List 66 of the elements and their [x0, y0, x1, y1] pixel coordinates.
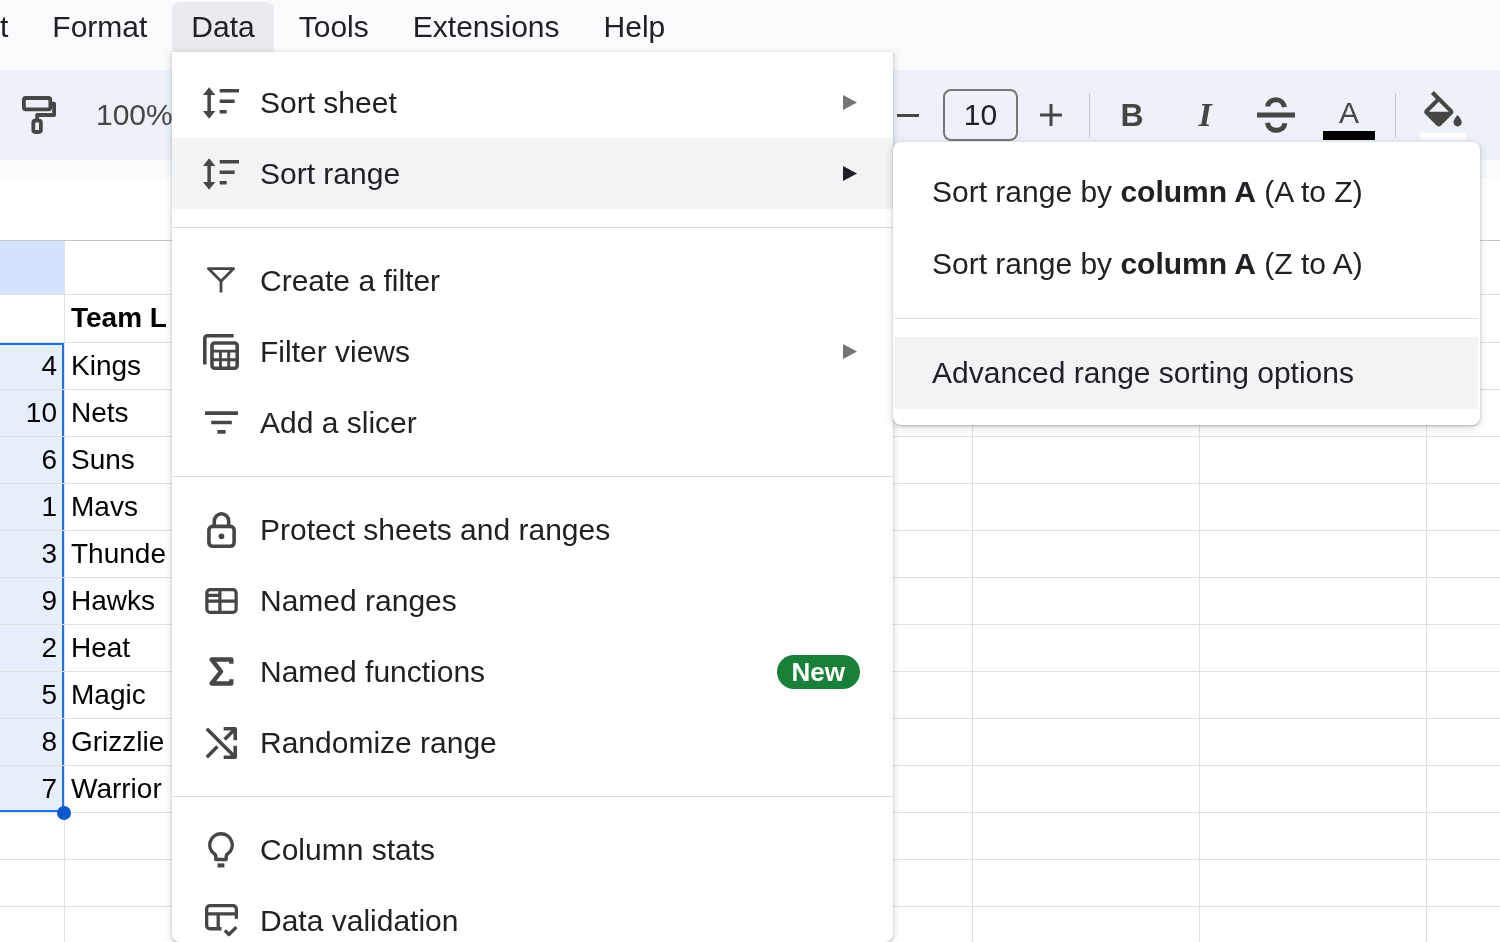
font-size-field[interactable]: 10	[943, 89, 1018, 141]
minus-icon[interactable]	[897, 113, 919, 117]
number-text: 5	[41, 678, 57, 712]
menu-item[interactable]: Sort range	[172, 138, 893, 209]
menu-bar-item[interactable]: Help	[584, 2, 685, 52]
plus-icon[interactable]	[1040, 104, 1062, 126]
menu-item[interactable]: Sort range by column A (Z to A)	[895, 228, 1478, 300]
team-name-text: Magic	[71, 678, 146, 712]
team-name-text: Mavs	[71, 490, 138, 524]
team-name-text: Thunde	[71, 537, 166, 571]
lock-icon	[206, 511, 236, 548]
menu-item[interactable]: Data validation	[172, 885, 893, 942]
strikethrough-icon[interactable]	[1257, 96, 1295, 134]
text-color-button[interactable]: A	[1323, 98, 1375, 140]
column-header	[0, 241, 64, 294]
drag-handle-icon[interactable]	[57, 806, 71, 820]
menu-bar-item[interactable]: Data	[172, 2, 274, 52]
paint-bucket-icon[interactable]	[1420, 91, 1466, 139]
lightbulb-icon	[208, 831, 234, 868]
paint-roller-icon[interactable]	[22, 96, 56, 134]
stacked-table-icon	[203, 333, 239, 370]
menu-bar-item[interactable]: Tools	[279, 2, 388, 52]
number-text: 4	[41, 349, 57, 383]
sigma-icon	[208, 657, 234, 686]
status-badge: New	[776, 654, 860, 689]
filter-lines-icon	[204, 411, 238, 434]
team-name-text: Suns	[71, 443, 135, 477]
menu-item[interactable]: Protect sheets and ranges	[172, 494, 893, 565]
menu-item[interactable]: Create a filter	[172, 245, 893, 316]
menu-item[interactable]: Filter views	[172, 316, 893, 387]
number-text: 10	[25, 396, 57, 430]
menu-item[interactable]: Randomize range	[172, 707, 893, 778]
number-text: 7	[41, 772, 57, 806]
number-text: 6	[41, 443, 57, 477]
team-name-text: Hawks	[71, 584, 155, 618]
number-text: 1	[41, 490, 57, 524]
filter-icon	[207, 267, 235, 294]
menu-bar-item[interactable]: t	[0, 2, 28, 52]
color-swatch-icon	[1323, 131, 1375, 140]
menu-item[interactable]: Sort range by column A (A to Z)	[895, 156, 1478, 228]
team-name-text: Kings	[71, 349, 142, 383]
menu-item[interactable]: Named ranges	[172, 565, 893, 636]
shuffle-icon	[205, 726, 237, 759]
menu-item[interactable]: Advanced range sorting options	[895, 337, 1478, 409]
sort-icon	[203, 86, 239, 119]
header-text: Team L	[71, 302, 167, 335]
menu-item[interactable]: Add a slicer	[172, 387, 893, 458]
number-text: 2	[41, 631, 57, 665]
team-name-text: Warrior	[71, 772, 162, 806]
team-name-text: Grizzlie	[71, 725, 165, 759]
bold-button[interactable]: B	[1110, 93, 1154, 137]
table-check-icon	[204, 904, 238, 937]
number-text: 9	[41, 584, 57, 618]
team-name-text: Nets	[71, 396, 129, 430]
italic-button[interactable]: I	[1183, 93, 1227, 137]
menu-item[interactable]: Column stats	[172, 814, 893, 885]
team-name-text: Heat	[71, 631, 131, 665]
table-icon	[204, 587, 238, 614]
menu-bar-item[interactable]: Format	[33, 2, 167, 52]
menu-bar-item[interactable]: Extensions	[393, 2, 579, 52]
sort-icon	[203, 157, 239, 190]
menu-item[interactable]: Sort sheet	[172, 67, 893, 138]
number-text: 8	[41, 725, 57, 759]
zoom-dropdown[interactable]: 100%	[96, 98, 173, 132]
menu-item[interactable]: Named functions New	[172, 636, 893, 707]
number-text: 3	[41, 537, 57, 571]
